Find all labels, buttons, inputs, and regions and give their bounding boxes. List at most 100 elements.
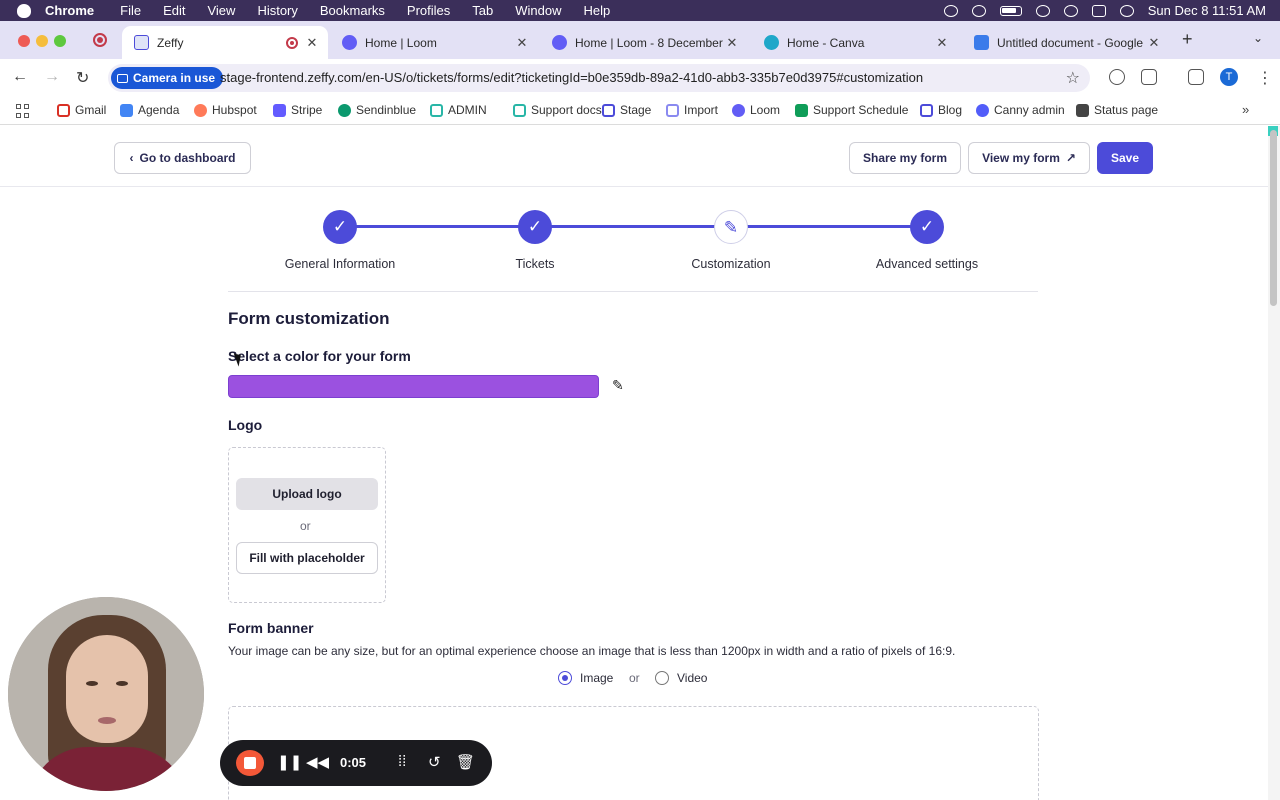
media-controls-icon[interactable] <box>1188 69 1204 85</box>
bookmark-hubspot[interactable]: Hubspot <box>194 103 257 117</box>
play-icon[interactable] <box>971 4 986 17</box>
radio-button[interactable] <box>655 671 669 685</box>
wifi-icon[interactable] <box>1035 4 1050 17</box>
control-center-icon[interactable] <box>1091 4 1106 17</box>
bookmark-stripe[interactable]: Stripe <box>273 103 322 117</box>
stop-recording-button[interactable] <box>236 750 264 776</box>
chevron-left-icon: ‹ <box>129 151 134 165</box>
recording-indicator-icon[interactable] <box>93 33 107 47</box>
logo-section-title: Logo <box>228 417 263 433</box>
menu-profiles[interactable]: Profiles <box>407 0 450 21</box>
browser-toolbar: ← → ↻ Camera in use stage-frontend.zeffy… <box>0 59 1280 97</box>
siri-icon[interactable] <box>1119 4 1134 17</box>
new-tab-icon[interactable]: + <box>1182 29 1193 50</box>
bookmark-loom[interactable]: Loom <box>732 103 780 117</box>
radio-image[interactable]: Image <box>558 671 613 685</box>
upload-logo-button[interactable]: Upload logo <box>236 478 378 510</box>
radio-button-checked[interactable] <box>558 671 572 685</box>
tab-search-chevron-icon[interactable]: ⌄ <box>1253 31 1263 45</box>
search-icon[interactable] <box>1063 4 1078 17</box>
view-my-form-button[interactable]: View my form ↗ <box>968 142 1090 174</box>
camera-in-use-badge[interactable]: Camera in use <box>111 67 224 89</box>
bookmark-agenda[interactable]: Agenda <box>120 103 179 117</box>
more-bookmarks-chevron-icon[interactable]: » <box>1242 102 1249 117</box>
bookmark-stage[interactable]: Stage <box>602 103 651 117</box>
bookmark-blog[interactable]: Blog <box>920 103 962 117</box>
tab-close-icon[interactable]: ✕ <box>934 35 950 51</box>
step-advanced-settings[interactable]: ✓ Advanced settings <box>857 210 997 271</box>
tab-canva[interactable]: Home - Canva ✕ <box>760 26 958 59</box>
bookmark-admin[interactable]: ADMIN <box>430 103 487 117</box>
radio-label: Image <box>580 671 614 685</box>
extension-icon[interactable] <box>1109 69 1125 85</box>
pause-icon[interactable]: ❚❚ <box>277 753 302 771</box>
fill-with-placeholder-button[interactable]: Fill with placeholder <box>236 542 378 574</box>
address-bar[interactable]: Camera in use stage-frontend.zeffy.com/e… <box>108 64 1090 92</box>
webcam-person-mouth <box>98 717 116 724</box>
tab-loom-december[interactable]: Home | Loom - 8 December 2 ✕ <box>548 26 748 59</box>
battery-icon[interactable] <box>999 5 1022 16</box>
drag-grid-icon[interactable]: ⁞⁞ <box>398 753 406 770</box>
reload-icon[interactable]: ↻ <box>76 68 89 88</box>
menu-view[interactable]: View <box>207 0 235 21</box>
share-my-form-button[interactable]: Share my form <box>849 142 961 174</box>
tab-close-icon[interactable]: ✕ <box>724 35 740 51</box>
step-tickets[interactable]: ✓ Tickets <box>465 210 605 271</box>
extensions-puzzle-icon[interactable] <box>1141 69 1157 85</box>
radio-video[interactable]: Video <box>655 671 707 685</box>
calendar-icon <box>120 103 133 117</box>
bookmark-status-page[interactable]: Status page <box>1076 103 1158 117</box>
page-scrollbar[interactable] <box>1268 126 1280 800</box>
trash-icon[interactable]: 🗑 <box>456 753 475 771</box>
bookmark-import[interactable]: Import <box>666 103 718 117</box>
check-icon: ✓ <box>323 210 357 244</box>
restart-icon[interactable]: ↺ <box>428 753 441 771</box>
bookmark-gmail[interactable]: Gmail <box>57 103 106 117</box>
forward-arrow-icon[interactable]: → <box>44 68 60 86</box>
tab-close-icon[interactable]: ✕ <box>1146 35 1162 51</box>
window-zoom-button[interactable] <box>54 35 66 47</box>
tab-close-icon[interactable]: ✕ <box>304 35 320 51</box>
menu-bar-clock[interactable]: Sun Dec 8 11:51 AM <box>1148 3 1266 18</box>
profile-avatar[interactable]: T <box>1220 68 1238 86</box>
tab-close-icon[interactable]: ✕ <box>514 35 530 51</box>
bookmark-label: Sendinblue <box>356 103 417 117</box>
apple-icon[interactable] <box>17 3 31 18</box>
tab-zeffy[interactable]: Zeffy ✕ <box>122 26 328 59</box>
view-my-form-label: View my form <box>982 151 1060 165</box>
menu-edit[interactable]: Edit <box>163 0 185 21</box>
bookmark-sendinblue[interactable]: Sendinblue <box>338 103 416 117</box>
menu-app-chrome[interactable]: Chrome <box>45 0 94 21</box>
step-customization[interactable]: ✎ Customization <box>661 210 801 271</box>
scrollbar-thumb[interactable] <box>1270 130 1277 306</box>
tab-google-doc[interactable]: Untitled document - Google D ✕ <box>970 26 1170 59</box>
step-general-information[interactable]: ✓ General Information <box>270 210 410 271</box>
rewind-icon[interactable]: ◀◀ <box>306 753 329 771</box>
bookmark-support-docs[interactable]: Support docs <box>513 103 602 117</box>
back-arrow-icon[interactable]: ← <box>12 68 28 86</box>
step-label: Tickets <box>515 257 555 271</box>
go-to-dashboard-button[interactable]: ‹ Go to dashboard <box>114 142 251 174</box>
chrome-menu-icon[interactable]: ⋮ <box>1257 68 1273 88</box>
webcam-bubble[interactable] <box>6 595 206 793</box>
menu-help[interactable]: Help <box>584 0 611 21</box>
window-close-button[interactable] <box>18 35 30 47</box>
webcam-person-eye <box>116 681 128 686</box>
apps-grid-icon[interactable] <box>16 104 30 118</box>
notion-icon[interactable] <box>943 4 958 17</box>
menu-window[interactable]: Window <box>515 0 561 21</box>
bookmark-label: Blog <box>938 103 963 117</box>
url-text[interactable]: stage-frontend.zeffy.com/en-US/o/tickets… <box>220 70 923 85</box>
eyedropper-icon[interactable]: ✎ <box>612 377 624 394</box>
menu-file[interactable]: File <box>120 0 141 21</box>
save-button[interactable]: Save <box>1097 142 1153 174</box>
menu-tab[interactable]: Tab <box>472 0 493 21</box>
bookmark-star-icon[interactable]: ☆ <box>1066 68 1080 88</box>
window-minimize-button[interactable] <box>36 35 48 47</box>
form-color-swatch[interactable] <box>228 375 599 398</box>
tab-home-loom[interactable]: Home | Loom ✕ <box>338 26 538 59</box>
menu-bookmarks[interactable]: Bookmarks <box>320 0 385 21</box>
menu-history[interactable]: History <box>257 0 297 21</box>
bookmark-support-schedule[interactable]: Support Schedule <box>795 103 908 117</box>
bookmark-canny-admin[interactable]: Canny admin <box>976 103 1065 117</box>
